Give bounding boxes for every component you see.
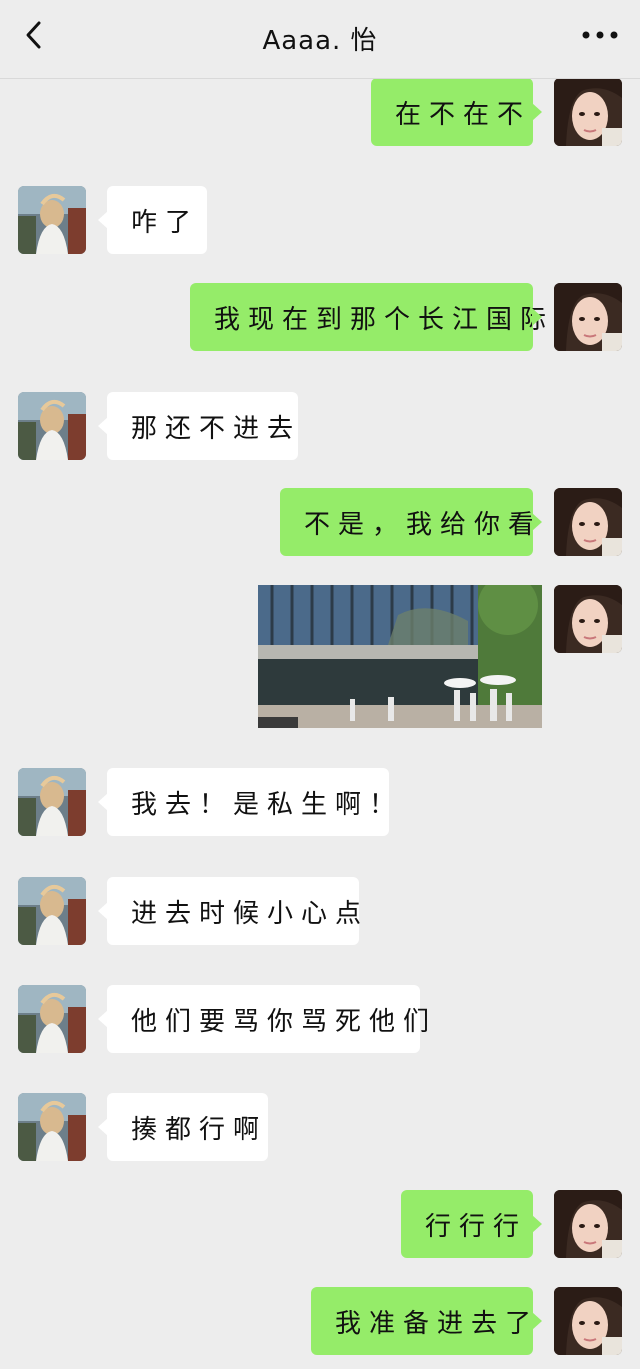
contact-avatar[interactable] bbox=[18, 186, 86, 254]
my-avatar[interactable] bbox=[554, 283, 622, 351]
my-avatar[interactable] bbox=[554, 585, 622, 653]
message-bubble-received[interactable]: 揍都行啊 bbox=[98, 1093, 268, 1161]
message-bubble-sent[interactable]: 我现在到那个长江国际 bbox=[190, 283, 546, 351]
message-bubble-received[interactable]: 咋了 bbox=[98, 186, 207, 254]
contact-avatar[interactable] bbox=[18, 1093, 86, 1161]
chat-header: Aaaa. 怡 bbox=[0, 0, 640, 79]
my-avatar[interactable] bbox=[554, 78, 622, 146]
message-bubble-received[interactable]: 那还不进去 bbox=[98, 392, 298, 460]
message-bubble-sent[interactable]: 在不在不 bbox=[371, 78, 542, 146]
message-bubble-received[interactable]: 进去时候小心点 bbox=[98, 877, 361, 945]
message-bubble-sent[interactable]: 我准备进去了 bbox=[311, 1287, 542, 1355]
more-dots-icon bbox=[582, 31, 618, 39]
message-bubble-received[interactable]: 他们要骂你骂死他们 bbox=[98, 985, 429, 1053]
contact-avatar[interactable] bbox=[18, 985, 86, 1053]
chat-title: Aaaa. 怡 bbox=[262, 26, 378, 56]
message-bubble-sent[interactable]: 行行行 bbox=[401, 1190, 542, 1258]
my-avatar[interactable] bbox=[554, 488, 622, 556]
more-button[interactable] bbox=[580, 20, 620, 50]
my-avatar[interactable] bbox=[554, 1190, 622, 1258]
message-bubble-sent[interactable]: 不是，我给你看 bbox=[280, 488, 542, 556]
contact-avatar[interactable] bbox=[18, 877, 86, 945]
message-bubble-received[interactable]: 我去！是私生啊！ bbox=[98, 768, 395, 836]
building-photo[interactable] bbox=[258, 585, 542, 728]
my-avatar[interactable] bbox=[554, 1287, 622, 1355]
contact-avatar[interactable] bbox=[18, 392, 86, 460]
contact-avatar[interactable] bbox=[18, 768, 86, 836]
